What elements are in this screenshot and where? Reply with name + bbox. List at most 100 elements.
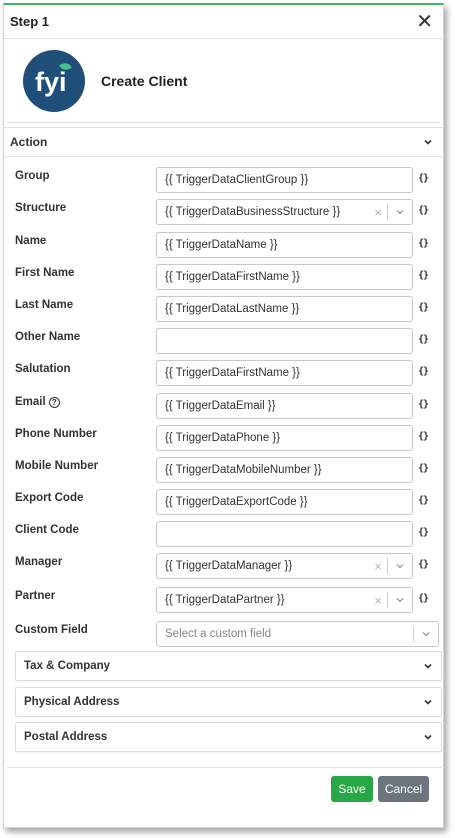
action-section-title: Action — [10, 135, 48, 149]
insert-variable-icon[interactable]: {} — [418, 495, 429, 506]
insert-variable-icon[interactable]: {} — [418, 366, 429, 377]
form-row: First Name {{ TriggerDataFirstName }} {} — [4, 264, 443, 290]
field-label: Mobile Number — [15, 460, 98, 472]
section-title: Physical Address — [24, 696, 120, 708]
collapsible-section[interactable]: Physical Address — [15, 687, 442, 717]
action-section-header[interactable]: Action — [4, 127, 443, 157]
field-label-text: Export Code — [15, 492, 84, 504]
select-field[interactable]: {{ TriggerDataPartner }} × — [156, 587, 413, 613]
insert-variable-icon[interactable]: {} — [418, 593, 429, 604]
form-row: Manager {{ TriggerDataManager }} × {} — [4, 553, 443, 579]
insert-variable-icon[interactable]: {} — [418, 302, 429, 313]
field-label: Export Code — [15, 492, 83, 504]
field-label-text: Salutation — [15, 363, 71, 375]
field-label: Group — [15, 170, 50, 182]
insert-variable-icon[interactable]: {} — [418, 173, 429, 184]
text-input[interactable]: {{ TriggerDataFirstName }} — [156, 264, 413, 290]
text-input[interactable]: {{ TriggerDataLastName }} — [156, 296, 413, 322]
field-value: {{ TriggerDataExportCode }} — [165, 496, 308, 508]
clear-icon[interactable]: × — [369, 205, 387, 220]
footer-divider — [7, 767, 442, 768]
insert-variable-icon[interactable]: {} — [418, 399, 429, 410]
form-row: Structure {{ TriggerDataBusinessStructure… — [4, 199, 443, 225]
custom-field-select[interactable]: Select a custom field — [156, 621, 439, 647]
text-input[interactable]: {{ TriggerDataPhone }} — [156, 425, 413, 451]
text-input[interactable]: {{ TriggerDataFirstName }} — [156, 360, 413, 386]
insert-variable-icon[interactable]: {} — [418, 270, 429, 281]
cancel-button[interactable]: Cancel — [378, 776, 429, 802]
clear-icon[interactable]: × — [369, 559, 387, 574]
insert-variable-icon[interactable]: {} — [418, 205, 429, 216]
field-value: {{ TriggerDataClientGroup }} — [165, 174, 309, 186]
field-label-text: Partner — [15, 590, 56, 602]
field-label: Salutation — [15, 363, 71, 375]
chevron-down-icon — [423, 732, 433, 742]
field-label: Client Code — [15, 524, 79, 536]
chevron-down-icon[interactable] — [388, 595, 412, 605]
chevron-down-icon[interactable] — [414, 629, 438, 639]
field-value: {{ TriggerDataMobileNumber }} — [165, 464, 322, 476]
field-value: {{ TriggerDataPartner }} — [165, 594, 285, 606]
insert-variable-icon[interactable]: {} — [418, 527, 429, 538]
client-title: Create Client — [101, 72, 188, 89]
form-row: Last Name {{ TriggerDataLastName }} {} — [4, 296, 443, 322]
form-row: Salutation {{ TriggerDataFirstName }} {} — [4, 360, 443, 386]
field-label-text: Name — [15, 235, 47, 247]
field-label: Email? — [15, 396, 60, 408]
close-icon[interactable]: ✕ — [416, 12, 433, 32]
insert-variable-icon[interactable]: {} — [418, 238, 429, 249]
field-label: Manager — [15, 556, 62, 568]
clear-icon[interactable]: × — [369, 593, 387, 608]
field-value: {{ TriggerDataBusinessStructure }} — [165, 206, 341, 218]
logo-text: fyi — [35, 67, 67, 97]
chevron-down-icon[interactable] — [388, 207, 412, 217]
field-label-text: Mobile Number — [15, 460, 99, 472]
field-label-text: First Name — [15, 267, 75, 279]
collapsible-section[interactable]: Postal Address — [15, 722, 442, 752]
text-input[interactable]: {{ TriggerDataName }} — [156, 232, 413, 258]
field-value: {{ TriggerDataEmail }} — [165, 400, 276, 412]
field-label-text: Client Code — [15, 524, 79, 536]
field-label: Structure — [15, 202, 66, 214]
select-field[interactable]: {{ TriggerDataManager }} × — [156, 553, 413, 579]
field-label: Other Name — [15, 331, 80, 343]
field-value: {{ TriggerDataFirstName }} — [165, 367, 300, 379]
field-label-text: Last Name — [15, 299, 74, 311]
field-value: {{ TriggerDataFirstName }} — [165, 271, 300, 283]
custom-field-placeholder: Select a custom field — [165, 628, 272, 640]
field-value: {{ TriggerDataManager }} — [165, 560, 293, 572]
chevron-down-icon[interactable] — [388, 561, 412, 571]
text-input[interactable]: {{ TriggerDataClientGroup }} — [156, 167, 413, 193]
insert-variable-icon[interactable]: {} — [418, 559, 429, 570]
section-title: Tax & Company — [24, 660, 111, 672]
section-title: Postal Address — [24, 731, 108, 743]
field-label-text: Structure — [15, 202, 67, 214]
form-row: Partner {{ TriggerDataPartner }} × {} — [4, 587, 443, 613]
text-input[interactable] — [156, 328, 413, 354]
field-label-text: Phone Number — [15, 428, 97, 440]
field-value: {{ TriggerDataLastName }} — [165, 303, 300, 315]
select-field[interactable]: {{ TriggerDataBusinessStructure }} × — [156, 199, 413, 225]
insert-variable-icon[interactable]: {} — [418, 463, 429, 474]
chevron-down-icon — [423, 137, 433, 147]
step-panel: Step 1 ✕ fyi Create Client Action Group {… — [3, 3, 444, 828]
text-input[interactable]: {{ TriggerDataEmail }} — [156, 393, 413, 419]
text-input[interactable]: {{ TriggerDataMobileNumber }} — [156, 457, 413, 483]
field-label: Name — [15, 235, 46, 247]
save-button[interactable]: Save — [331, 776, 373, 802]
chevron-down-icon — [423, 697, 433, 707]
field-value: {{ TriggerDataPhone }} — [165, 432, 281, 444]
text-input[interactable]: {{ TriggerDataExportCode }} — [156, 489, 413, 515]
help-circle-icon[interactable]: ? — [48, 396, 60, 408]
form-row: Group {{ TriggerDataClientGroup }} {} — [4, 167, 443, 193]
field-label-text: Email — [15, 396, 46, 408]
collapsible-section[interactable]: Tax & Company — [15, 651, 442, 681]
insert-variable-icon[interactable]: {} — [418, 431, 429, 442]
field-label-text: Group — [15, 170, 50, 182]
client-card: fyi Create Client — [7, 39, 440, 123]
form-row: Other Name {} — [4, 328, 443, 354]
form-row: Name {{ TriggerDataName }} {} — [4, 232, 443, 258]
field-value: {{ TriggerDataName }} — [165, 239, 278, 251]
insert-variable-icon[interactable]: {} — [418, 334, 429, 345]
text-input[interactable] — [156, 521, 413, 547]
